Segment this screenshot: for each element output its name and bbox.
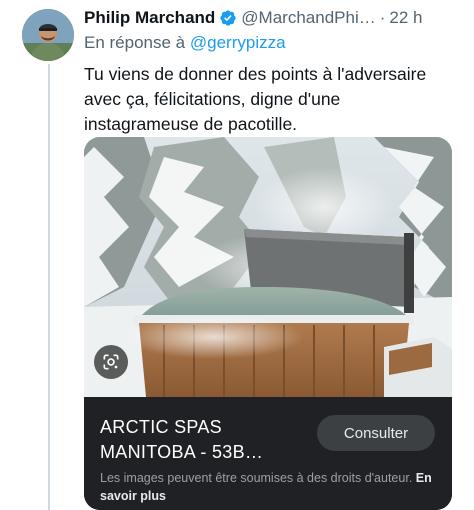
- card-title[interactable]: ARCTIC SPAS MANITOBA - 53B…: [100, 415, 300, 465]
- reply-mention-link[interactable]: @gerrypizza: [190, 33, 286, 52]
- timestamp[interactable]: 22 h: [389, 8, 422, 28]
- tweet-header: Philip Marchand @MarchandPhi… · 22 h: [84, 7, 474, 29]
- google-lens-icon: [103, 354, 119, 370]
- hot-tub-photo: [84, 137, 452, 397]
- thread-line: [48, 64, 50, 510]
- avatar[interactable]: [22, 9, 74, 61]
- display-name[interactable]: Philip Marchand: [84, 8, 215, 28]
- reply-prefix: En réponse à: [84, 33, 186, 52]
- consult-button[interactable]: Consulter: [317, 415, 435, 451]
- avatar-image: [22, 9, 74, 61]
- copyright-notice: Les images peuvent être soumises à des d…: [100, 469, 440, 505]
- google-lens-button[interactable]: [94, 345, 128, 379]
- reply-context: En réponse à @gerrypizza: [84, 33, 286, 53]
- tweet-text: Tu viens de donner des points à l'advers…: [84, 64, 427, 134]
- card-footer: ARCTIC SPAS MANITOBA - 53B… Consulter Le…: [84, 397, 452, 510]
- copyright-text: Les images peuvent être soumises à des d…: [100, 471, 413, 485]
- user-handle[interactable]: @MarchandPhi…: [241, 8, 375, 28]
- image-search-card[interactable]: ARCTIC SPAS MANITOBA - 53B… Consulter Le…: [84, 137, 452, 510]
- verified-badge-icon: [220, 10, 236, 26]
- separator-dot: ·: [379, 8, 386, 27]
